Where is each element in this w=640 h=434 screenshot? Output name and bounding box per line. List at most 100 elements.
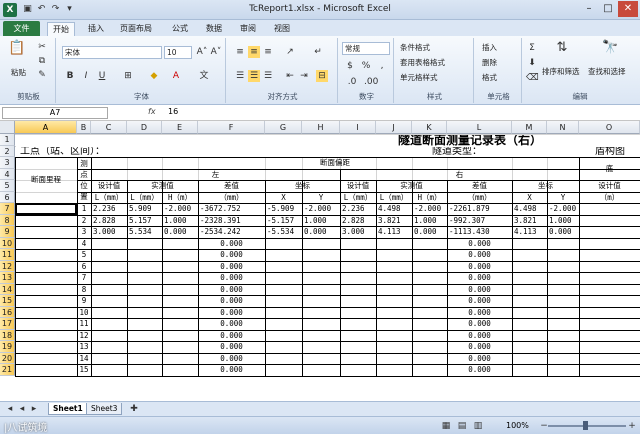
tab-view[interactable]: 视图: [272, 22, 292, 36]
paste-button[interactable]: 粘贴: [11, 67, 26, 78]
fill-color-icon[interactable]: ◆: [148, 70, 160, 82]
row-header-19[interactable]: 19: [0, 341, 15, 353]
column-header-L[interactable]: L: [447, 121, 512, 134]
column-header-K[interactable]: K: [412, 121, 447, 134]
zoom-slider-thumb[interactable]: [583, 421, 588, 430]
row-header-3[interactable]: 3: [0, 157, 15, 169]
currency-icon[interactable]: $: [344, 60, 356, 72]
column-header-H[interactable]: H: [302, 121, 340, 134]
find-select-icon[interactable]: 🔭: [602, 41, 618, 58]
column-header-I[interactable]: I: [340, 121, 376, 134]
column-header-B[interactable]: B: [77, 121, 91, 134]
zoom-level[interactable]: 100%: [506, 421, 529, 430]
conditional-format-button[interactable]: 条件格式: [400, 42, 430, 53]
formula-input[interactable]: 16: [168, 107, 178, 116]
align-top-icon[interactable]: ≡: [234, 46, 246, 58]
format-cells-button[interactable]: 格式: [482, 72, 497, 83]
row-header-15[interactable]: 15: [0, 295, 15, 307]
row-header-5[interactable]: 5: [0, 180, 15, 192]
insert-cells-button[interactable]: 插入: [482, 42, 497, 53]
row-header-16[interactable]: 16: [0, 306, 15, 318]
fx-icon[interactable]: fx: [148, 107, 156, 116]
find-select-button[interactable]: 查找和选择: [588, 66, 626, 77]
tab-file[interactable]: 文件: [3, 21, 40, 36]
grow-font-icon[interactable]: A˄: [196, 46, 208, 58]
paste-icon[interactable]: 📋: [8, 41, 26, 62]
clear-icon[interactable]: ⌫: [526, 72, 539, 84]
font-color-icon[interactable]: A: [170, 70, 182, 82]
normal-view-icon[interactable]: ▦: [440, 420, 452, 432]
format-as-table-button[interactable]: 套用表格格式: [400, 57, 445, 68]
sort-filter-icon[interactable]: ⇅: [554, 41, 570, 58]
name-box[interactable]: A7: [2, 107, 108, 119]
format-painter-icon[interactable]: ✎: [36, 69, 48, 81]
autosum-icon[interactable]: Σ: [526, 42, 538, 54]
select-all-corner[interactable]: [0, 121, 15, 134]
align-right-icon[interactable]: ☰: [262, 70, 274, 82]
sheet-tab-3[interactable]: Sheet3: [86, 403, 123, 415]
row-header-21[interactable]: 21: [0, 364, 15, 376]
row-header-8[interactable]: 8: [0, 214, 15, 226]
column-header-E[interactable]: E: [162, 121, 198, 134]
tab-data[interactable]: 数据: [204, 22, 224, 36]
row-header-6[interactable]: 6: [0, 191, 15, 203]
orientation-icon[interactable]: ↗: [284, 46, 296, 58]
merge-center-icon[interactable]: ⊟: [316, 70, 328, 82]
increase-indent-icon[interactable]: ⇥: [298, 70, 310, 82]
tab-insert[interactable]: 插入: [86, 22, 106, 36]
tab-page-layout[interactable]: 页面布局: [118, 22, 154, 36]
prev-sheet-icon[interactable]: ◂: [16, 403, 28, 415]
font-size-select[interactable]: 10: [164, 46, 192, 59]
row-header-12[interactable]: 12: [0, 260, 15, 272]
sheet-tab-1[interactable]: Sheet1: [48, 403, 88, 415]
italic-icon[interactable]: I: [80, 70, 92, 82]
align-center-icon[interactable]: ☰: [248, 70, 260, 82]
first-sheet-icon[interactable]: ◂: [4, 403, 16, 415]
align-middle-icon[interactable]: ≡: [248, 46, 260, 58]
column-header-N[interactable]: N: [547, 121, 579, 134]
row-header-13[interactable]: 13: [0, 272, 15, 284]
delete-cells-button[interactable]: 删除: [482, 57, 497, 68]
underline-icon[interactable]: U: [96, 70, 108, 82]
bold-icon[interactable]: B: [64, 70, 76, 82]
comma-icon[interactable]: ,: [376, 60, 388, 72]
close-icon[interactable]: ✕: [618, 1, 638, 17]
tab-review[interactable]: 审阅: [238, 22, 258, 36]
maximize-icon[interactable]: □: [599, 1, 617, 17]
row-header-4[interactable]: 4: [0, 168, 15, 180]
row-header-2[interactable]: 2: [0, 145, 15, 157]
cell-styles-button[interactable]: 单元格样式: [400, 72, 438, 83]
column-header-C[interactable]: C: [91, 121, 127, 134]
row-header-20[interactable]: 20: [0, 352, 15, 364]
row-header-10[interactable]: 10: [0, 237, 15, 249]
sort-filter-button[interactable]: 排序和筛选: [542, 66, 580, 77]
column-header-M[interactable]: M: [512, 121, 547, 134]
row-header-14[interactable]: 14: [0, 283, 15, 295]
decrease-indent-icon[interactable]: ⇤: [284, 70, 296, 82]
minimize-icon[interactable]: –: [580, 1, 598, 17]
page-break-view-icon[interactable]: ▥: [472, 420, 484, 432]
page-layout-view-icon[interactable]: ▤: [456, 420, 468, 432]
column-header-G[interactable]: G: [265, 121, 302, 134]
column-header-A[interactable]: A: [15, 121, 77, 134]
wrap-text-icon[interactable]: ↵: [312, 46, 324, 58]
column-header-O[interactable]: O: [579, 121, 640, 134]
row-header-17[interactable]: 17: [0, 318, 15, 330]
tab-formulas[interactable]: 公式: [170, 22, 190, 36]
number-format-select[interactable]: 常规: [342, 42, 390, 55]
worksheet-grid[interactable]: A B C D E F G H I J K L M N O 1 2 3 4 5 6 7 8 9 10 11 12 13 14 15 16 17…: [0, 121, 640, 401]
active-cell[interactable]: [15, 203, 77, 215]
column-header-F[interactable]: F: [198, 121, 265, 134]
zoom-in-icon[interactable]: +: [626, 420, 638, 432]
column-header-J[interactable]: J: [376, 121, 412, 134]
align-bottom-icon[interactable]: ≡: [262, 46, 274, 58]
shrink-font-icon[interactable]: A˅: [210, 46, 222, 58]
border-icon[interactable]: ⊞: [122, 70, 134, 82]
phonetic-icon[interactable]: 文: [198, 70, 210, 82]
next-sheet-icon[interactable]: ▸: [28, 403, 40, 415]
row-header-1[interactable]: 1: [0, 134, 15, 146]
tab-home[interactable]: 开始: [47, 22, 75, 36]
row-header-11[interactable]: 11: [0, 249, 15, 261]
font-name-select[interactable]: 宋体: [62, 46, 162, 59]
align-left-icon[interactable]: ☰: [234, 70, 246, 82]
